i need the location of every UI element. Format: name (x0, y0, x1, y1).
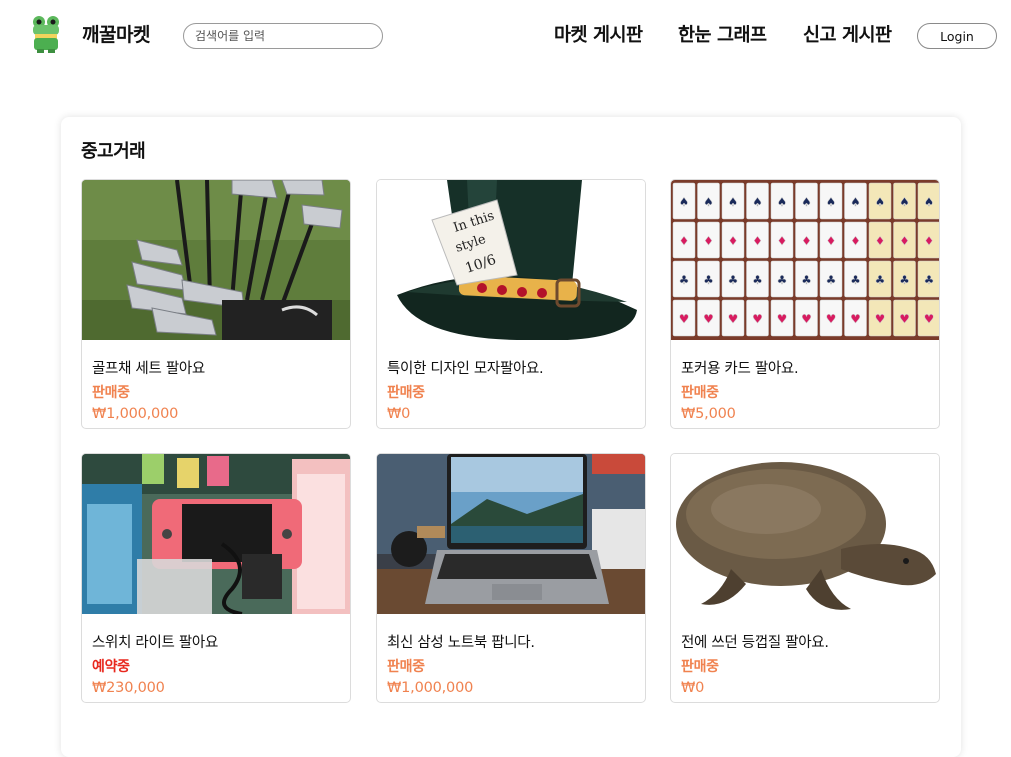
svg-text:♦: ♦ (752, 234, 763, 248)
product-title: 골프채 세트 팔아요 (92, 361, 205, 377)
status-badge: 예약중 (92, 659, 130, 675)
svg-text:♥: ♥ (850, 312, 861, 326)
switch-lite-image (82, 454, 350, 614)
svg-text:♥: ♥ (728, 312, 739, 326)
frog-logo-icon[interactable] (30, 15, 62, 53)
svg-text:♥: ♥ (752, 312, 763, 326)
product-price: ₩5,000 (681, 406, 736, 422)
header: 깨꿀마켓 마켓 게시판 한눈 그래프 신고 게시판 Login (0, 0, 1011, 72)
svg-text:♣: ♣ (777, 273, 788, 287)
svg-text:♦: ♦ (899, 234, 910, 248)
svg-text:♠: ♠ (777, 195, 788, 209)
status-badge: 판매중 (92, 385, 130, 401)
svg-text:♣: ♣ (875, 273, 886, 287)
product-card[interactable]: ♠ ♠ ♠ ♠ ♠ ♠ ♠ ♠ ♠ ♠ ♠ ♦ ♦ ♦ ♦ ♦ ♦ ♦ ♦ ♦ ♦ ♦ ♣ ♣ ♣ ♣ ♣ ♣ ♣ ♣ ♣ ♣ ♣ ♥ ♥ ♥ ♥ ♥ ♥ ♥… (670, 179, 940, 429)
svg-text:♦: ♦ (801, 234, 812, 248)
svg-text:♦: ♦ (703, 234, 714, 248)
product-card[interactable]: In this style 10/6 특이한 디자인 모자팔아요. 판매중 ₩0 (376, 179, 646, 429)
svg-text:♣: ♣ (752, 273, 763, 287)
svg-text:♣: ♣ (850, 273, 861, 287)
svg-text:♥: ♥ (899, 312, 910, 326)
svg-text:♣: ♣ (899, 273, 910, 287)
status-badge: 판매중 (681, 659, 719, 675)
login-button[interactable]: Login (917, 23, 997, 49)
svg-text:♠: ♠ (679, 195, 690, 209)
svg-text:♠: ♠ (801, 195, 812, 209)
product-panel: 중고거래 골프채 세트 팔아요 판매중 ₩1,000,000 In this s… (61, 117, 961, 757)
svg-text:♠: ♠ (826, 195, 837, 209)
nav-report-board[interactable]: 신고 게시판 (803, 21, 892, 47)
svg-text:♦: ♦ (679, 234, 690, 248)
product-price: ₩0 (681, 680, 705, 696)
svg-text:♥: ♥ (777, 312, 788, 326)
svg-text:♣: ♣ (728, 273, 739, 287)
svg-text:♦: ♦ (924, 234, 935, 248)
laptop-image (377, 454, 645, 614)
svg-text:♠: ♠ (728, 195, 739, 209)
svg-text:♣: ♣ (679, 273, 690, 287)
status-badge: 판매중 (387, 385, 425, 401)
svg-text:♠: ♠ (899, 195, 910, 209)
svg-text:♠: ♠ (703, 195, 714, 209)
playing-cards-image: ♠ ♠ ♠ ♠ ♠ ♠ ♠ ♠ ♠ ♠ ♠ ♦ ♦ ♦ ♦ ♦ ♦ ♦ ♦ ♦ ♦ ♦ ♣ ♣ ♣ ♣ ♣ ♣ ♣ ♣ ♣ ♣ ♣ ♥ ♥ ♥ ♥ ♥ ♥ ♥… (671, 180, 939, 340)
svg-text:♦: ♦ (728, 234, 739, 248)
svg-text:♦: ♦ (826, 234, 837, 248)
nav-market-board[interactable]: 마켓 게시판 (554, 21, 643, 47)
product-title: 포커용 카드 팔아요. (681, 361, 799, 377)
brand-name[interactable]: 깨꿀마켓 (82, 20, 150, 47)
svg-text:♥: ♥ (875, 312, 886, 326)
svg-text:♣: ♣ (801, 273, 812, 287)
svg-text:♥: ♥ (703, 312, 714, 326)
svg-text:♣: ♣ (924, 273, 935, 287)
svg-text:♥: ♥ (826, 312, 837, 326)
status-badge: 판매중 (681, 385, 719, 401)
svg-text:♥: ♥ (801, 312, 812, 326)
product-price: ₩0 (387, 406, 411, 422)
turtle-image (671, 454, 939, 614)
status-badge: 판매중 (387, 659, 425, 675)
svg-text:♠: ♠ (924, 195, 935, 209)
svg-text:♣: ♣ (703, 273, 714, 287)
product-card[interactable]: 스위치 라이트 팔아요 예약중 ₩230,000 (81, 453, 351, 703)
svg-text:♠: ♠ (875, 195, 886, 209)
svg-text:♠: ♠ (752, 195, 763, 209)
svg-text:♥: ♥ (924, 312, 935, 326)
svg-text:♠: ♠ (850, 195, 861, 209)
product-card[interactable]: 최신 삼성 노트북 팝니다. 판매중 ₩1,000,000 (376, 453, 646, 703)
svg-text:♥: ♥ (679, 312, 690, 326)
svg-text:♦: ♦ (875, 234, 886, 248)
product-price: ₩1,000,000 (92, 406, 179, 422)
golf-clubs-image (82, 180, 350, 340)
product-card[interactable]: 골프채 세트 팔아요 판매중 ₩1,000,000 (81, 179, 351, 429)
product-title: 전에 쓰던 등껍질 팔아요. (681, 635, 829, 651)
product-card[interactable]: 전에 쓰던 등껍질 팔아요. 판매중 ₩0 (670, 453, 940, 703)
section-title: 중고거래 (81, 141, 146, 162)
search-input[interactable] (183, 23, 383, 49)
product-title: 특이한 디자인 모자팔아요. (387, 361, 544, 377)
product-price: ₩1,000,000 (387, 680, 474, 696)
product-title: 최신 삼성 노트북 팝니다. (387, 635, 535, 651)
product-price: ₩230,000 (92, 680, 165, 696)
svg-text:♦: ♦ (777, 234, 788, 248)
hat-image: In this style 10/6 (377, 180, 645, 340)
svg-text:♦: ♦ (850, 234, 861, 248)
svg-text:♣: ♣ (826, 273, 837, 287)
nav-graph[interactable]: 한눈 그래프 (678, 21, 767, 47)
product-title: 스위치 라이트 팔아요 (92, 635, 218, 651)
